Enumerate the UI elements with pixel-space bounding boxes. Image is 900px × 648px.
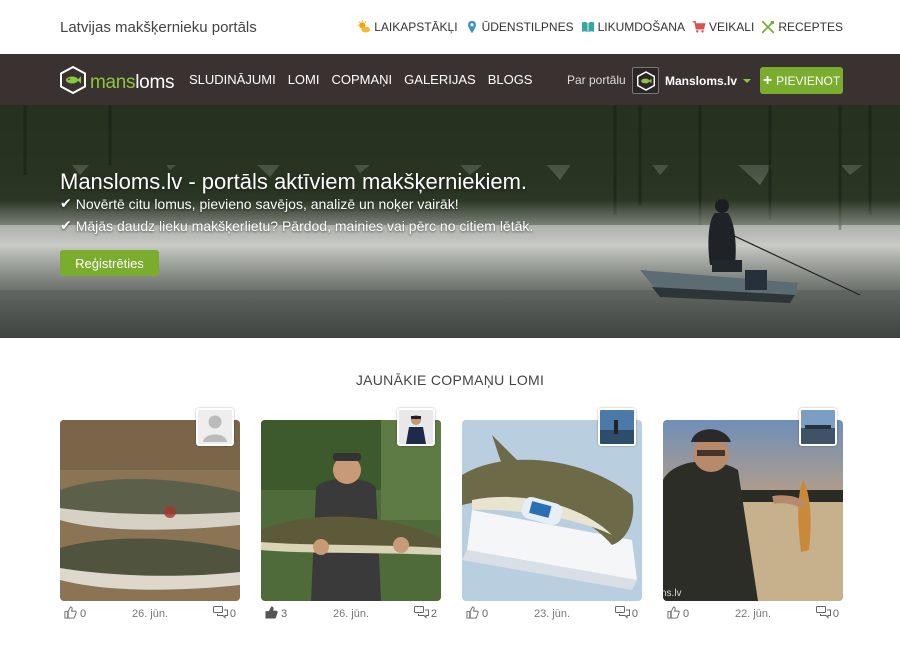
catch-card: 0 26. jūn. 0	[60, 408, 240, 624]
toplink-shops[interactable]: VEIKALI	[692, 20, 754, 34]
toplink-label: ŪDENSTILPNES	[481, 20, 574, 34]
map-pin-icon	[465, 20, 479, 34]
comments-icon	[614, 606, 630, 622]
nav-item-galleries[interactable]: GALERIJAS	[404, 72, 476, 87]
toplink-label: LIKUMDOŠANA	[597, 20, 685, 34]
site-logo[interactable]: mansloms	[60, 65, 175, 99]
catch-photo[interactable]	[462, 420, 642, 601]
hero-benefit-2: ✔ Mājās daudz lieku makšķerlietu? Pārdod…	[60, 217, 533, 234]
photo-watermark: ns.lv	[663, 588, 682, 599]
comments-count: 2	[430, 608, 437, 620]
comments-link[interactable]: 0	[212, 606, 236, 622]
checkmark-icon: ✔	[60, 195, 72, 211]
comments-icon	[413, 606, 429, 622]
toplink-weather[interactable]: LAIKAPSTĀKĻI	[357, 20, 458, 34]
top-links: LAIKAPSTĀKĻI ŪDENSTILPNES LIKUMDOŠANA VE…	[357, 20, 843, 34]
catch-card: 0 23. jūn. 0	[462, 408, 642, 624]
user-avatar[interactable]	[799, 408, 837, 446]
account-name: Mansloms.lv	[665, 73, 738, 88]
hero-benefit-text: Novērtē citu lomus, pievieno savējos, an…	[75, 195, 459, 212]
catch-photo[interactable]	[60, 420, 240, 601]
toplink-waters[interactable]: ŪDENSTILPNES	[465, 20, 574, 34]
site-tagline: Latvijas makšķernieku portāls	[60, 19, 257, 36]
toplink-label: LAIKAPSTĀKĻI	[374, 20, 458, 34]
book-icon	[581, 20, 595, 34]
checkmark-icon: ✔	[60, 217, 72, 233]
catch-meta: 0 22. jūn. 0	[663, 606, 843, 624]
hero-benefit-1: ✔ Novērtē citu lomus, pievieno savējos, …	[60, 195, 459, 212]
utensils-icon	[761, 20, 775, 34]
comments-link[interactable]: 2	[413, 606, 437, 622]
chevron-down-icon	[743, 78, 752, 83]
nav-item-blogs[interactable]: BLOGS	[488, 72, 533, 87]
hero-banner: Mansloms.lv - portāls aktīviem makšķerni…	[0, 105, 900, 338]
hero-benefit-text: Mājās daudz lieku makšķerlietu? Pārdod, …	[75, 217, 534, 234]
catch-meta: 0 26. jūn. 0	[60, 606, 240, 624]
toplink-recipes[interactable]: RECEPTES	[761, 20, 843, 34]
account-dropdown[interactable]: Mansloms.lv	[632, 67, 752, 94]
register-button[interactable]: Reģistrēties	[60, 250, 159, 276]
nav-item-ads[interactable]: SLUDINĀJUMI	[189, 72, 276, 87]
add-button-label: PIEVIENOT	[776, 73, 841, 88]
catch-card: 3 26. jūn. 2	[261, 408, 441, 624]
comments-count: 0	[631, 608, 638, 620]
hero-title: Mansloms.lv - portāls aktīviem makšķerni…	[60, 169, 528, 194]
catch-photo[interactable]	[261, 420, 441, 601]
toplink-label: VEIKALI	[708, 20, 755, 34]
catch-card: ns.lv 0 22. jūn. 0	[663, 408, 843, 624]
comments-icon	[815, 606, 831, 622]
account-avatar	[632, 67, 659, 94]
cart-icon	[692, 20, 706, 34]
user-avatar[interactable]	[196, 408, 234, 446]
fish-logo-icon	[60, 65, 86, 99]
main-navbar: mansloms SLUDINĀJUMI LOMI COPMAŅI GALERI…	[0, 54, 900, 105]
logo-text: mansloms	[90, 71, 175, 93]
catch-photo[interactable]: ns.lv	[663, 420, 843, 601]
nav-item-anglers[interactable]: COPMAŅI	[331, 72, 392, 87]
catch-meta: 3 26. jūn. 2	[261, 606, 441, 624]
top-bar: Latvijas makšķernieku portāls LAIKAPSTĀK…	[0, 0, 900, 54]
user-avatar[interactable]	[397, 408, 435, 446]
catch-meta: 0 23. jūn. 0	[462, 606, 642, 624]
user-avatar[interactable]	[598, 408, 636, 446]
comments-count: 0	[229, 608, 236, 620]
comments-link[interactable]: 0	[815, 606, 839, 622]
comments-icon	[212, 606, 228, 622]
comments-link[interactable]: 0	[614, 606, 638, 622]
weather-icon	[357, 20, 371, 34]
nav-item-catches[interactable]: LOMI	[288, 72, 320, 87]
toplink-label: RECEPTES	[778, 20, 843, 34]
latest-catches-title: JAUNĀKIE COPMAŅU LOMI	[355, 372, 545, 388]
about-link[interactable]: Par portālu	[567, 73, 626, 87]
add-button[interactable]: + PIEVIENOT	[760, 67, 843, 94]
plus-icon: +	[762, 71, 773, 89]
nav-menu: SLUDINĀJUMI LOMI COPMAŅI GALERIJAS BLOGS	[189, 72, 532, 87]
comments-count: 0	[832, 608, 839, 620]
toplink-legislation[interactable]: LIKUMDOŠANA	[581, 20, 685, 34]
